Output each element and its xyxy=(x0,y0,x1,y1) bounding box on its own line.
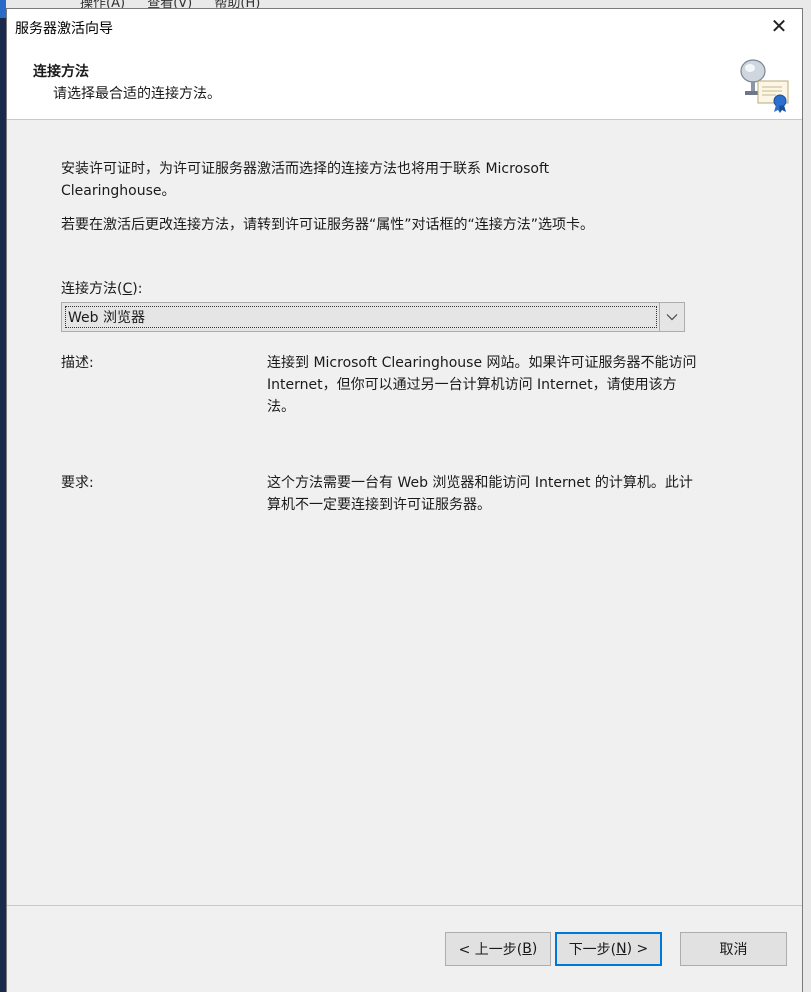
connection-method-select[interactable]: Web 浏览器 xyxy=(61,302,685,332)
close-button[interactable]: ✕ xyxy=(756,9,802,43)
cancel-button[interactable]: 取消 xyxy=(680,932,787,966)
next-button-prefix: 下一步( xyxy=(568,942,617,958)
next-button[interactable]: 下一步(N) > xyxy=(555,932,662,966)
next-accesskey: N xyxy=(616,941,627,957)
window-title: 服务器激活向导 xyxy=(15,21,113,37)
connection-method-label: 连接方法(C): xyxy=(61,278,142,298)
title-bar: 服务器激活向导 ✕ xyxy=(7,9,802,43)
change-note-text: 若要在激活后更改连接方法，请转到许可证服务器“属性”对话框的“连接方法”选项卡。 xyxy=(61,217,595,233)
intro-text: 安装许可证时，为许可证服务器激活而选择的连接方法也将用于联系 Microsoft… xyxy=(61,161,550,199)
back-button-prefix: < 上一步( xyxy=(458,942,523,958)
next-button-suffix: ) > xyxy=(626,941,649,957)
certificate-server-icon xyxy=(736,57,792,113)
connection-method-value: Web 浏览器 xyxy=(68,310,145,326)
close-icon: ✕ xyxy=(770,14,788,38)
description-text: 连接到 Microsoft Clearinghouse 网站。如果许可证服务器不… xyxy=(267,355,697,415)
back-accesskey: B xyxy=(522,941,532,957)
connection-method-label-prefix: 连接方法( xyxy=(61,281,123,297)
page-title: 连接方法 xyxy=(33,64,89,80)
connection-method-accesskey: C xyxy=(122,281,133,297)
requirements-text: 这个方法需要一台有 Web 浏览器和能访问 Internet 的计算机。此计算机… xyxy=(267,475,693,513)
wizard-content: 安装许可证时，为许可证服务器激活而选择的连接方法也将用于联系 Microsoft… xyxy=(7,120,802,905)
page-subtitle: 请选择最合适的连接方法。 xyxy=(53,86,221,102)
background-menu-bar: 操作(A) 查看(V) 帮助(H) xyxy=(80,0,278,11)
back-button[interactable]: < 上一步(B) xyxy=(445,932,551,966)
focus-rect xyxy=(65,306,657,328)
back-button-suffix: ) xyxy=(531,941,538,957)
wizard-footer: < 上一步(B) 下一步(N) > 取消 xyxy=(7,905,802,992)
requirements-label: 要求: xyxy=(61,475,94,491)
wizard-dialog: 服务器激活向导 ✕ 连接方法 请选择最合适的连接方法。 安装许可证时，为许可证服… xyxy=(6,8,803,992)
chevron-down-icon[interactable] xyxy=(659,303,684,331)
connection-method-label-suffix: ): xyxy=(132,281,143,297)
wizard-header: 连接方法 请选择最合适的连接方法。 xyxy=(7,43,802,120)
description-label: 描述: xyxy=(61,355,94,371)
